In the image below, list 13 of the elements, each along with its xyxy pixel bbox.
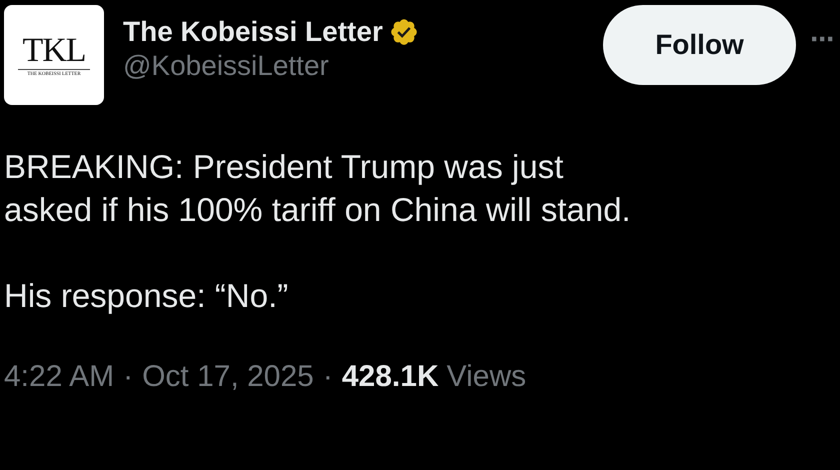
post-date[interactable]: Oct 17, 2025 <box>142 360 314 394</box>
tweet-text: BREAKING: President Trump was just asked if his 100% tariff on China will stand. <box>4 147 632 230</box>
views-label: Views <box>446 360 526 394</box>
logo-initials: TKL <box>18 34 90 70</box>
views-count: 428.1K <box>342 360 439 394</box>
author-name[interactable]: The Kobeissi Letter <box>123 15 383 49</box>
follow-button[interactable]: Follow <box>603 5 796 85</box>
author-handle[interactable]: @KobeissiLetter <box>123 49 419 83</box>
tweet-text: His response: “No.” <box>4 276 290 316</box>
post-time[interactable]: 4:22 AM <box>4 360 114 394</box>
separator-dot: · <box>322 360 333 394</box>
separator-dot: · <box>123 360 134 394</box>
more-button[interactable]: ··· <box>796 25 840 55</box>
